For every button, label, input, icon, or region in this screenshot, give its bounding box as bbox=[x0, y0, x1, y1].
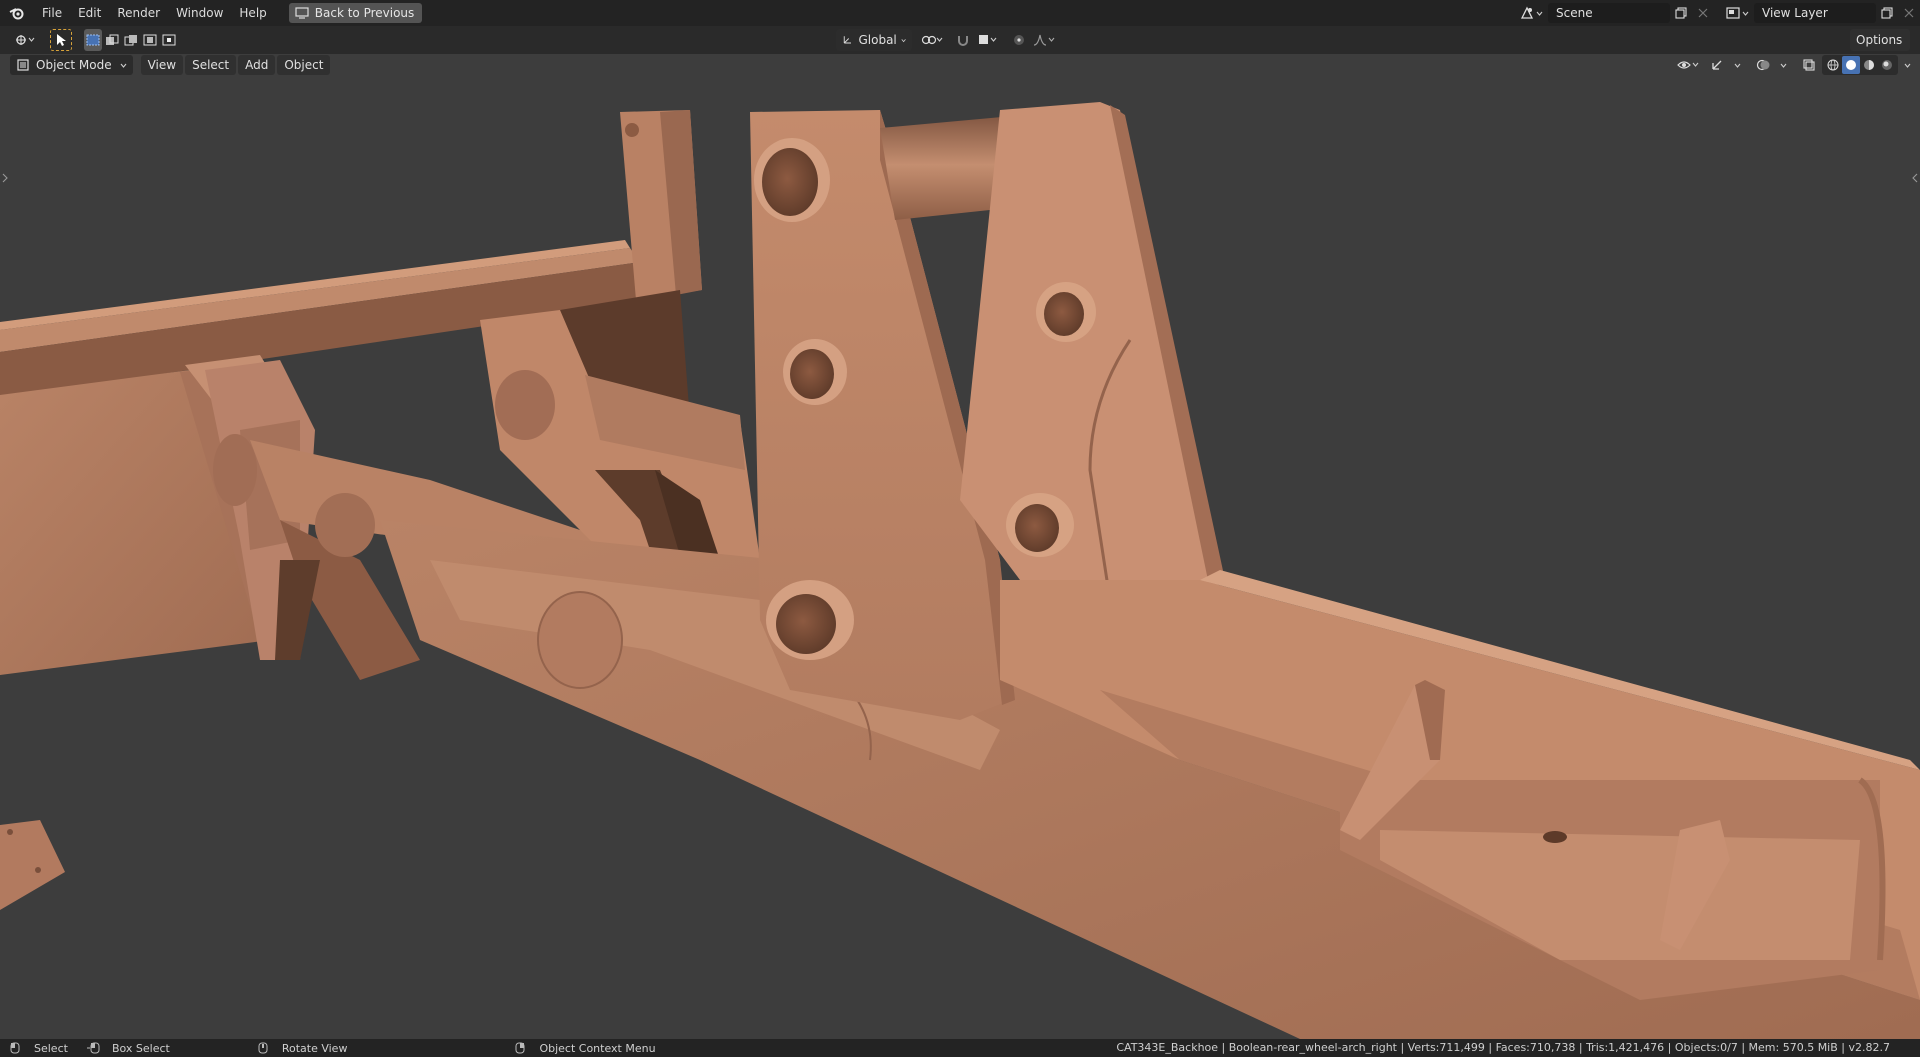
rendered-shading-icon[interactable] bbox=[1878, 56, 1896, 74]
new-scene-icon[interactable] bbox=[1670, 3, 1692, 23]
mouse-left-icon bbox=[10, 1042, 20, 1054]
solid-shading-icon[interactable] bbox=[1842, 56, 1860, 74]
menu-render[interactable]: Render bbox=[109, 0, 168, 26]
select-mode-intersect-icon[interactable] bbox=[160, 29, 178, 51]
overlays-toggle-icon[interactable] bbox=[1752, 54, 1774, 76]
object-visibility-icon[interactable] bbox=[1674, 54, 1704, 76]
top-menu-bar: File Edit Render Window Help Back to Pre… bbox=[0, 0, 1920, 26]
scene-selector-icon[interactable] bbox=[1514, 3, 1548, 23]
menu-help[interactable]: Help bbox=[231, 0, 274, 26]
material-preview-shading-icon[interactable] bbox=[1860, 56, 1878, 74]
object-mode-icon bbox=[17, 59, 29, 71]
scene-name: Scene bbox=[1556, 6, 1593, 20]
shading-mode-group bbox=[1822, 55, 1898, 75]
xray-toggle-icon[interactable] bbox=[1798, 54, 1820, 76]
viewport-menu-view[interactable]: View bbox=[140, 55, 184, 75]
scene-statistics: CAT343E_Backhoe | Boolean-rear_wheel-arc… bbox=[1116, 1041, 1890, 1054]
viewport-header: Object Mode View Select Add Object bbox=[0, 54, 1920, 76]
tool-header: Global Options bbox=[0, 26, 1920, 54]
back-to-previous-label: Back to Previous bbox=[314, 6, 415, 20]
mouse-right-icon bbox=[515, 1042, 525, 1054]
select-mode-new-icon[interactable] bbox=[84, 29, 102, 51]
status-rotate-hint: Rotate View bbox=[258, 1041, 348, 1055]
status-box-select-hint: Box Select bbox=[86, 1042, 170, 1055]
menu-file[interactable]: File bbox=[34, 0, 70, 26]
status-rotate-label: Rotate View bbox=[281, 1041, 348, 1055]
object-mode-dropdown[interactable]: Object Mode bbox=[10, 55, 133, 75]
proportional-editing-icon[interactable] bbox=[1008, 29, 1030, 51]
viewport-menu-add[interactable]: Add bbox=[238, 55, 276, 75]
chevron-down-icon bbox=[120, 63, 127, 68]
scene-name-field[interactable]: Scene bbox=[1548, 3, 1670, 23]
options-label: Options bbox=[1856, 33, 1903, 47]
menu-edit[interactable]: Edit bbox=[70, 0, 109, 26]
select-mode-invert-icon[interactable] bbox=[141, 29, 159, 51]
snap-element-icon[interactable] bbox=[974, 29, 1002, 51]
gizmo-dropdown-icon[interactable] bbox=[1730, 54, 1744, 76]
view-layer-field[interactable]: View Layer bbox=[1754, 3, 1876, 23]
falloff-type-icon[interactable] bbox=[1030, 29, 1060, 51]
select-tool-icon[interactable] bbox=[50, 29, 72, 51]
snap-toggle-icon[interactable] bbox=[952, 29, 974, 51]
status-select-label: Select bbox=[34, 1041, 68, 1055]
left-region-toggle-icon[interactable] bbox=[2, 173, 8, 183]
pivot-point-icon[interactable] bbox=[918, 29, 948, 51]
menu-window[interactable]: Window bbox=[168, 0, 231, 26]
select-mode-subtract-icon[interactable] bbox=[122, 29, 140, 51]
status-context-menu-label: Object Context Menu bbox=[539, 1041, 656, 1055]
viewport-menu-select[interactable]: Select bbox=[185, 55, 237, 75]
backhoe-model bbox=[0, 102, 1920, 1039]
mouse-middle-icon bbox=[258, 1042, 268, 1054]
status-box-select-label: Box Select bbox=[111, 1041, 170, 1055]
gizmo-toggle-icon[interactable] bbox=[1706, 54, 1728, 76]
right-region-toggle-icon[interactable] bbox=[1912, 173, 1918, 183]
transform-orientation-dropdown[interactable]: Global bbox=[836, 29, 912, 51]
orientation-axes-icon bbox=[843, 36, 851, 44]
blender-logo-icon[interactable] bbox=[0, 0, 34, 26]
shading-dropdown-icon[interactable] bbox=[1900, 54, 1914, 76]
screen-icon bbox=[295, 7, 309, 19]
object-mode-value: Object Mode bbox=[36, 58, 112, 72]
viewport-menu-object[interactable]: Object bbox=[277, 55, 331, 75]
back-to-previous-button[interactable]: Back to Previous bbox=[288, 3, 423, 23]
chevron-down-icon bbox=[901, 38, 906, 42]
status-select-hint: Select bbox=[10, 1042, 68, 1055]
view-layer-name: View Layer bbox=[1762, 6, 1828, 20]
editor-type-icon[interactable] bbox=[10, 29, 40, 51]
new-view-layer-icon[interactable] bbox=[1876, 3, 1898, 23]
options-dropdown[interactable]: Options bbox=[1850, 29, 1910, 51]
transform-orientation-value: Global bbox=[858, 33, 897, 47]
mouse-drag-icon bbox=[86, 1042, 100, 1054]
status-bar: Select Box Select Rotate View Object Con… bbox=[0, 1039, 1920, 1057]
overlays-dropdown-icon[interactable] bbox=[1776, 54, 1790, 76]
3d-viewport[interactable] bbox=[0, 76, 1920, 1039]
view-layer-selector-icon[interactable] bbox=[1720, 3, 1754, 23]
delete-view-layer-icon[interactable] bbox=[1898, 3, 1920, 23]
select-mode-extend-icon[interactable] bbox=[103, 29, 121, 51]
delete-scene-icon[interactable] bbox=[1692, 3, 1714, 23]
status-context-menu-hint: Object Context Menu bbox=[515, 1041, 656, 1055]
wireframe-shading-icon[interactable] bbox=[1824, 56, 1842, 74]
